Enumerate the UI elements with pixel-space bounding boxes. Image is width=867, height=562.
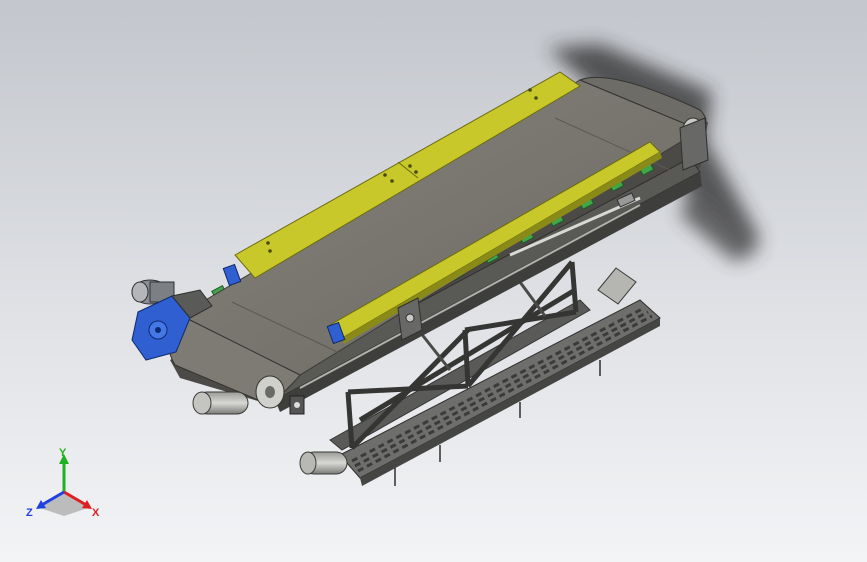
triad-z-label: Z [26, 507, 33, 519]
head-end-bracket [289, 395, 305, 415]
leg-foot-left [299, 451, 348, 475]
triad-x-label: X [92, 507, 100, 519]
triad-graphic: Y X Z [26, 447, 100, 519]
triad-y-label: Y [59, 448, 67, 459]
leg-foot-right [597, 267, 637, 305]
leg-foot-rear [192, 391, 249, 415]
conveyor-model[interactable] [0, 0, 867, 562]
coordinate-triad[interactable]: Y X Z [22, 447, 106, 528]
belt-scraper-left [222, 263, 242, 287]
cad-viewport[interactable]: Y X Z [0, 0, 867, 562]
